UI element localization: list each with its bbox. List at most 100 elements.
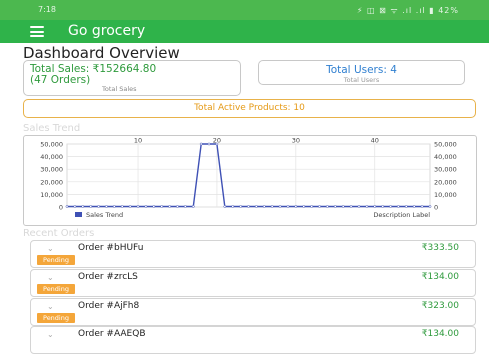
- data-point: [168, 205, 171, 208]
- y-tick-label-right: 50,000: [434, 141, 457, 149]
- data-point: [310, 205, 313, 208]
- status-badge: Pending: [37, 255, 75, 265]
- data-point: [105, 205, 108, 208]
- total-users-value: Total Users: 4: [326, 64, 397, 76]
- y-tick-label-left: 10,000: [40, 191, 63, 199]
- data-point: [302, 205, 306, 208]
- data-point: [128, 205, 132, 208]
- chevron-down-icon[interactable]: ⌄: [47, 302, 54, 311]
- total-users-caption: Total Users: [343, 76, 380, 84]
- status-badge: Pending: [37, 313, 75, 323]
- menu-icon[interactable]: [30, 26, 44, 37]
- total-users-card: Total Users: 4 Total Users: [258, 60, 465, 85]
- x-tick-label: 30: [292, 137, 300, 145]
- y-tick-label-left: 0: [59, 204, 63, 212]
- data-point: [207, 142, 211, 146]
- data-point: [294, 205, 298, 208]
- data-point: [191, 205, 195, 208]
- order-row[interactable]: ⌄ Order #bHUFu ₹333.50 Pending: [30, 240, 476, 268]
- y-tick-label-left: 30,000: [40, 166, 63, 174]
- x-tick-label: 10: [134, 137, 142, 145]
- data-point: [89, 205, 93, 208]
- data-point: [365, 205, 369, 208]
- data-point: [428, 205, 432, 208]
- status-time: 7:18: [38, 5, 56, 14]
- data-point: [270, 205, 274, 208]
- y-tick-label-left: 40,000: [40, 153, 63, 161]
- y-tick-label-right: 20,000: [434, 178, 457, 186]
- app-title: Go grocery: [68, 23, 146, 39]
- y-tick-label-right: 10,000: [434, 191, 457, 199]
- data-point: [404, 205, 408, 208]
- data-point: [381, 205, 385, 208]
- y-tick-label-right: 30,000: [434, 166, 457, 174]
- data-point: [97, 205, 100, 208]
- order-row[interactable]: ⌄ Order #AAEQB ₹134.00: [30, 326, 476, 354]
- active-products-card: Total Active Products: 10: [23, 99, 476, 118]
- y-tick-label-right: 40,000: [434, 153, 457, 161]
- data-point: [420, 205, 424, 208]
- status-bar: 7:18 ⚡ ◫ ⊠ ᯤ .ıl .ıl ▮ 42%: [0, 0, 489, 20]
- data-point: [120, 205, 124, 208]
- order-id: Order #zrcLS: [78, 272, 138, 282]
- data-point: [65, 205, 69, 208]
- data-point: [333, 205, 337, 208]
- data-point: [199, 142, 203, 146]
- status-badge: Pending: [37, 284, 75, 294]
- data-point: [318, 205, 321, 208]
- series-line: [67, 143, 430, 208]
- chevron-down-icon[interactable]: ⌄: [47, 273, 54, 282]
- data-point: [144, 205, 148, 208]
- total-sales-caption: Total Sales: [102, 85, 137, 93]
- data-point: [278, 205, 282, 208]
- data-point: [389, 205, 392, 208]
- data-point: [136, 205, 140, 208]
- data-point: [286, 205, 290, 208]
- active-products-value: Total Active Products: 10: [194, 103, 305, 113]
- data-point: [152, 205, 156, 208]
- data-point: [412, 205, 416, 208]
- order-id: Order #AjFh8: [78, 301, 140, 311]
- data-point: [341, 205, 345, 208]
- sales-trend-svg: 0 0 10,000 10,000 20,000 20,000 30,000 30,000 40…: [40, 137, 457, 220]
- order-id: Order #bHUFu: [78, 243, 144, 253]
- sales-trend-title: Sales Trend: [23, 123, 81, 134]
- y-tick-label-left: 50,000: [40, 141, 63, 149]
- status-icons: ⚡ ◫ ⊠ ᯤ .ıl .ıl ▮ 42%: [356, 6, 459, 15]
- y-tick-label-left: 20,000: [40, 178, 63, 186]
- data-point: [262, 205, 266, 208]
- data-point: [247, 205, 250, 208]
- data-point: [231, 205, 235, 208]
- data-point: [373, 205, 377, 208]
- data-point: [73, 205, 77, 208]
- data-point: [326, 205, 329, 208]
- legend-label: Sales Trend: [86, 211, 123, 219]
- order-row[interactable]: ⌄ Order #AjFh8 ₹323.00 Pending: [30, 298, 476, 326]
- data-point: [349, 205, 353, 208]
- chevron-down-icon[interactable]: ⌄: [47, 244, 54, 253]
- data-point: [255, 205, 258, 208]
- data-point: [397, 205, 400, 208]
- data-point: [223, 205, 227, 208]
- data-point: [176, 205, 179, 208]
- legend-swatch: [75, 212, 82, 217]
- sales-trend-chart: 0 0 10,000 10,000 20,000 20,000 30,000 30,000 40…: [23, 135, 477, 226]
- data-point: [357, 205, 361, 208]
- data-point: [239, 205, 242, 208]
- data-point: [81, 205, 85, 208]
- order-amount: ₹134.00: [421, 272, 459, 282]
- x-tick-label: 40: [371, 137, 379, 145]
- order-amount: ₹323.00: [421, 301, 459, 311]
- total-sales-value: Total Sales: ₹152664.80 (47 Orders): [30, 63, 157, 86]
- data-point: [160, 205, 164, 208]
- app-bar: Go grocery: [0, 20, 489, 43]
- order-row[interactable]: ⌄ Order #zrcLS ₹134.00 Pending: [30, 269, 476, 297]
- description-label: Description Label: [373, 211, 430, 219]
- data-point: [112, 205, 116, 208]
- total-sales-card: Total Sales: ₹152664.80 (47 Orders) Tota…: [23, 60, 241, 96]
- plot-frame: [66, 143, 431, 208]
- data-point: [184, 205, 187, 208]
- y-tick-label-right: 0: [434, 204, 438, 212]
- recent-orders-title: Recent Orders: [23, 228, 95, 239]
- order-amount: ₹333.50: [421, 243, 459, 253]
